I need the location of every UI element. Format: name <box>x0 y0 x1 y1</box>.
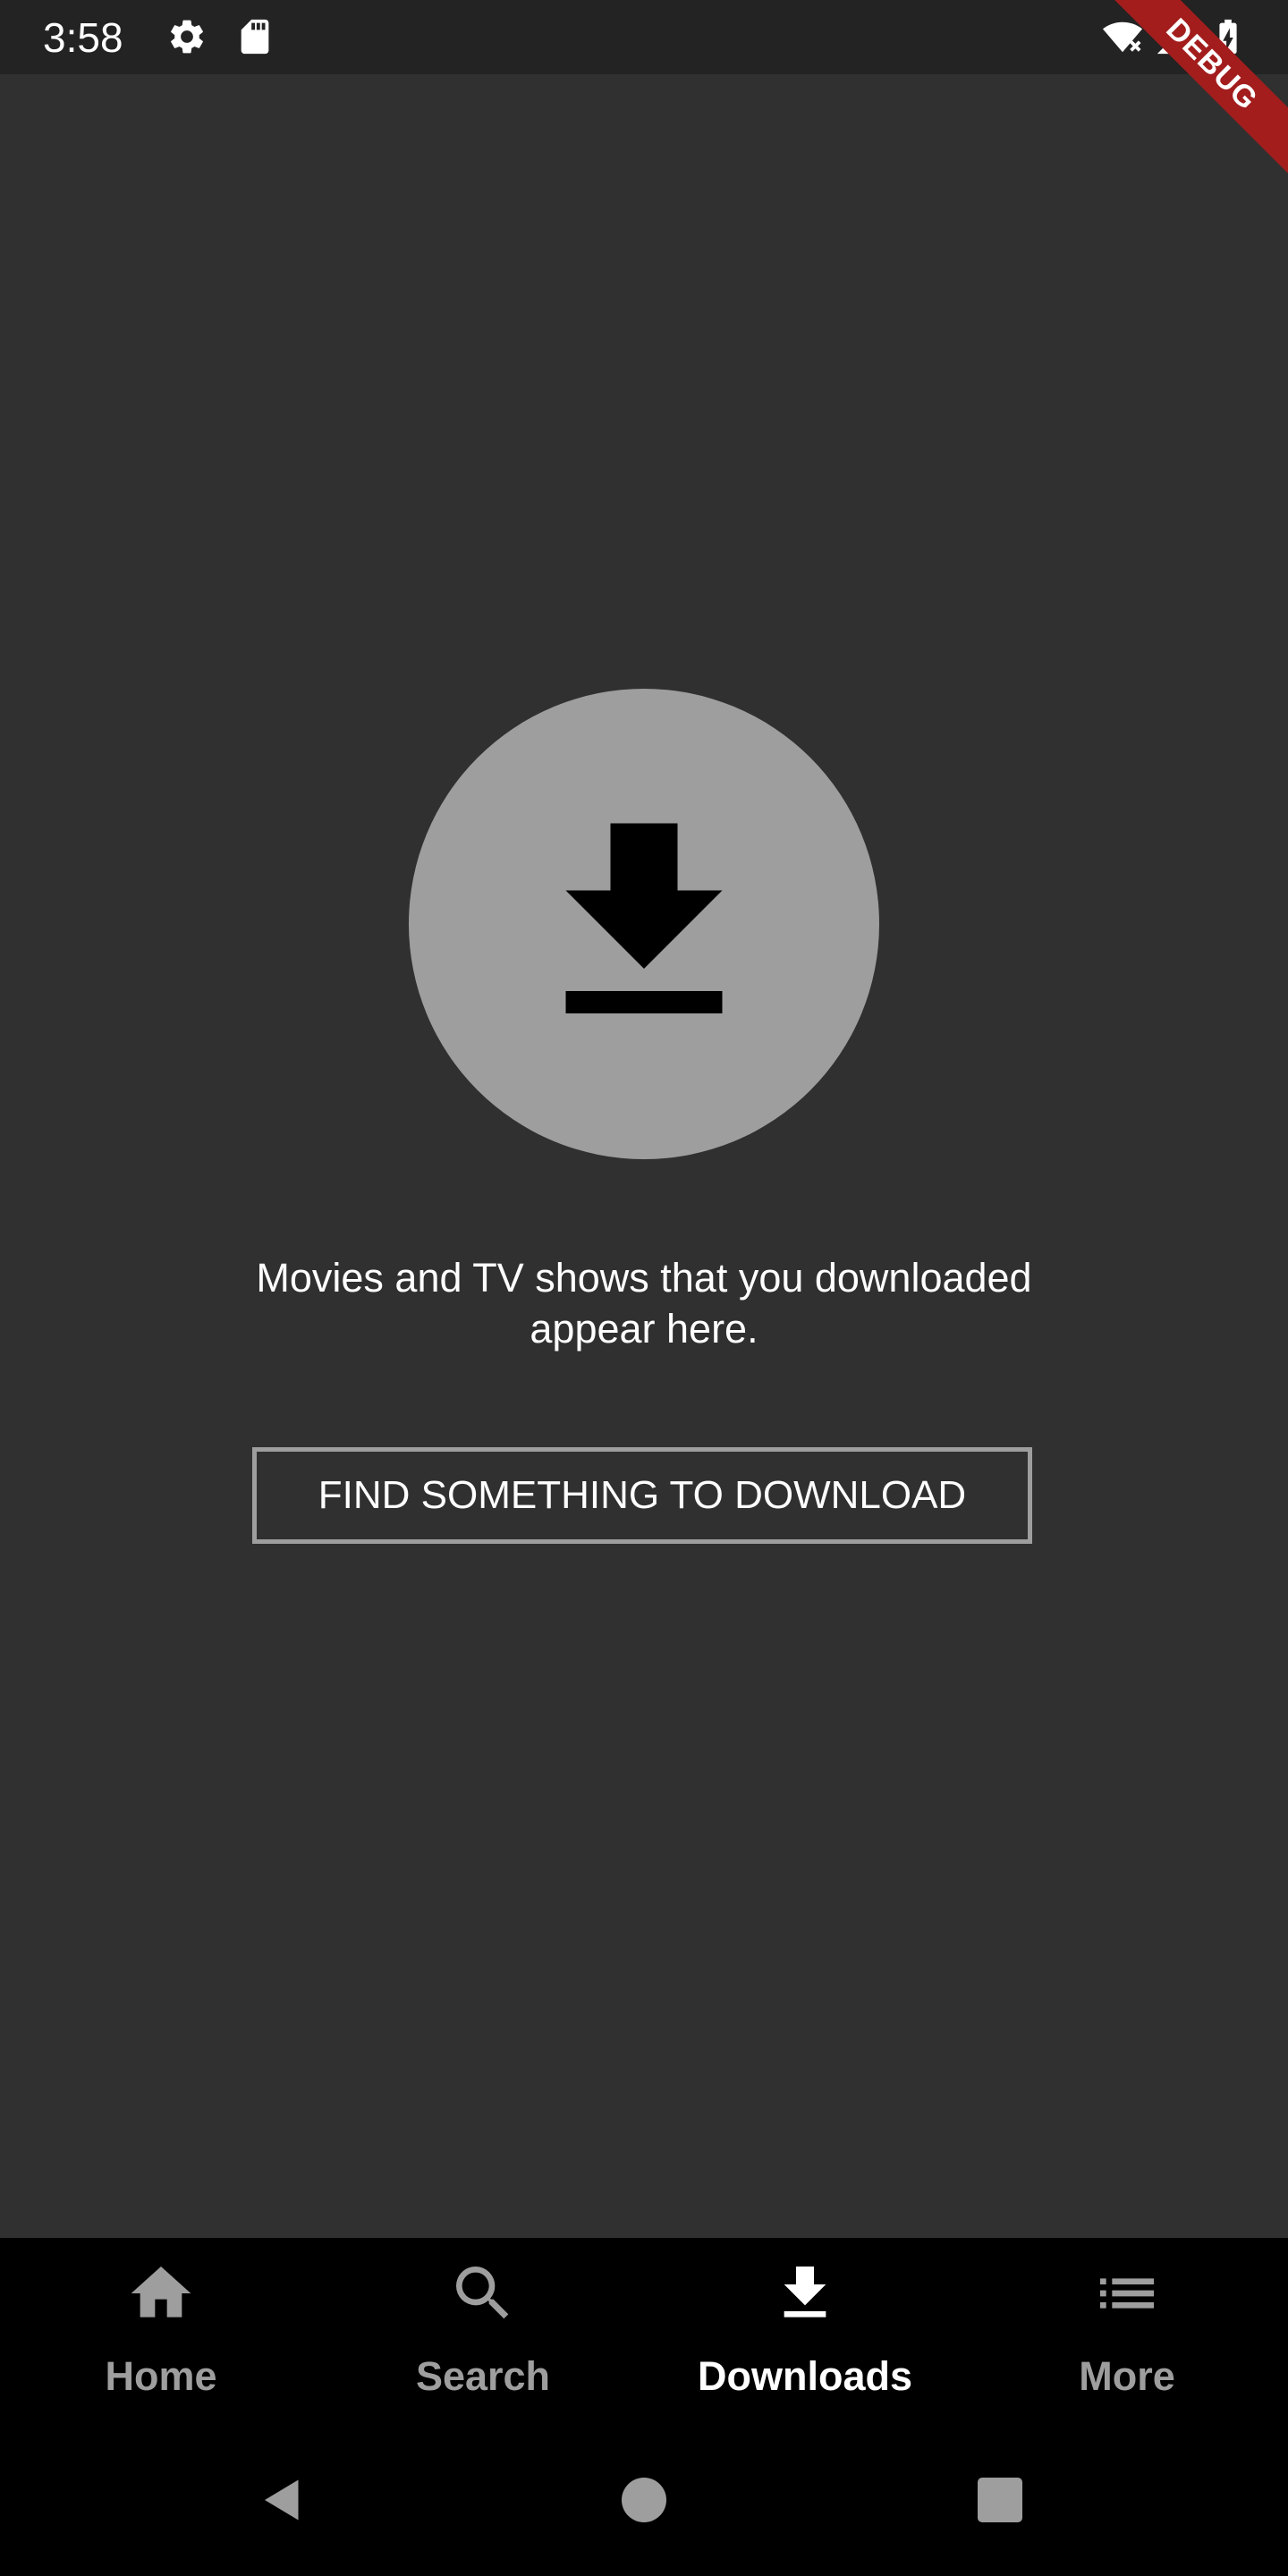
status-bar: 3:58 <box>0 0 1288 74</box>
nav-item-downloads[interactable]: Downloads <box>644 2238 966 2424</box>
search-icon <box>447 2258 519 2329</box>
empty-message: Movies and TV shows that you downloaded … <box>256 1255 1032 1352</box>
nav-item-more[interactable]: More <box>966 2238 1288 2424</box>
system-nav-bar <box>0 2424 1288 2576</box>
nav-label-search: Search <box>415 2353 551 2399</box>
back-icon[interactable] <box>256 2473 309 2527</box>
download-icon <box>565 823 723 1013</box>
nav-item-search[interactable]: Search <box>322 2238 644 2424</box>
find-something-to-download-button[interactable]: FIND SOMETHING TO DOWNLOAD <box>252 1447 1032 1544</box>
bottom-nav: Home Search Downloads More <box>0 2238 1288 2424</box>
signal-icon <box>1154 16 1195 57</box>
download-icon <box>769 2258 841 2329</box>
downloads-screen: 3:58 DEBUG Movies and TV shows that you … <box>0 0 1288 2576</box>
nav-label-home: Home <box>105 2353 217 2399</box>
home-circle-icon[interactable] <box>617 2473 671 2527</box>
sd-card-icon <box>234 16 275 57</box>
home-icon <box>125 2258 197 2329</box>
nav-label-more: More <box>1079 2353 1175 2399</box>
gear-icon <box>166 16 208 57</box>
download-illustration <box>409 689 879 1159</box>
recents-icon[interactable] <box>973 2473 1027 2527</box>
list-icon <box>1091 2258 1163 2329</box>
wifi-icon <box>1102 16 1143 57</box>
battery-charging-icon <box>1208 16 1249 57</box>
status-time: 3:58 <box>43 14 123 61</box>
nav-label-downloads: Downloads <box>697 2353 912 2399</box>
nav-item-home[interactable]: Home <box>0 2238 322 2424</box>
